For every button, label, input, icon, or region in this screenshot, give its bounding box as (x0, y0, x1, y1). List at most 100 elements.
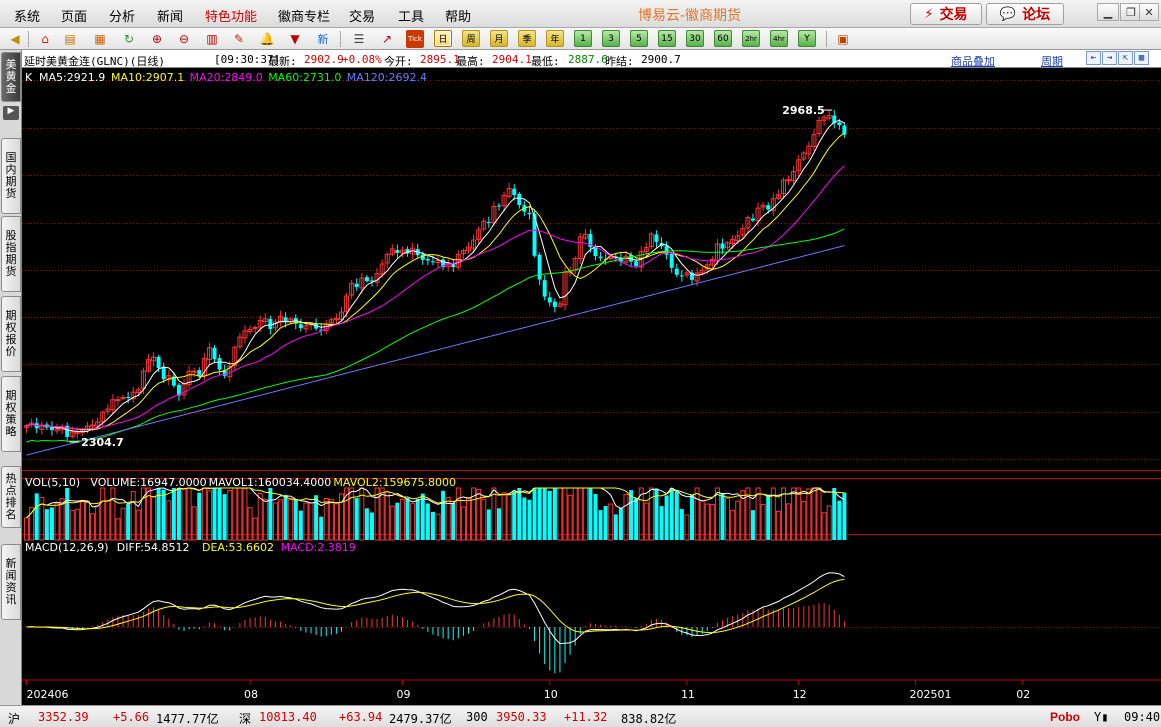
volume-bar (690, 494, 695, 540)
menu-huishang-column[interactable]: 徽商专栏 (278, 6, 330, 25)
volume-bar (288, 499, 294, 541)
period-button-month[interactable]: 月 (490, 30, 508, 47)
period-button-day[interactable]: 日 (434, 30, 452, 47)
layout-icon[interactable]: ▦ (1134, 51, 1149, 65)
volume-bar (527, 499, 532, 540)
list-view-icon[interactable]: ☰ (350, 30, 368, 48)
menu-features[interactable]: 特色功能 (205, 6, 257, 25)
volume-label: MAVOL2:159675.8000 (333, 476, 456, 489)
indicator-icon[interactable]: ▥ (203, 30, 221, 48)
toolbar-divider (28, 31, 29, 47)
candle-body (191, 370, 197, 373)
period-button-30min[interactable]: 30 (686, 30, 704, 47)
tab-news[interactable]: 新闻资讯 (1, 544, 21, 620)
volume-bar (262, 498, 268, 541)
home-icon[interactable]: ⌂ (36, 30, 54, 48)
brand-logo: Pobo (1050, 710, 1080, 724)
trend-icon[interactable]: ↗ (378, 30, 396, 48)
macd-label: MACD:2.3819 (281, 541, 356, 554)
period-button-year[interactable]: 年 (546, 30, 564, 47)
zoom-out-icon[interactable]: ⊖ (175, 30, 193, 48)
volume-bar (161, 489, 166, 540)
sz-index-amount: 2479.37亿 (389, 712, 452, 726)
menu-help[interactable]: 帮助 (445, 6, 471, 25)
x-axis-tick-label: 08 (244, 688, 258, 701)
volume-bar (593, 494, 598, 540)
back-arrow-icon[interactable]: ◀ (6, 30, 24, 48)
period-button-4hr[interactable]: 4hr (770, 30, 788, 47)
volume-bar (481, 498, 487, 541)
volume-bar (415, 498, 420, 540)
quote-list-icon[interactable]: ▤ (61, 30, 79, 48)
volume-bar (374, 487, 380, 541)
chart-nav-tools: ⇤ ⇥ ⇱ ▦ (1086, 51, 1149, 67)
volume-bar (588, 488, 593, 540)
chart-icon[interactable]: ▦ (91, 30, 109, 48)
candle-body (430, 261, 435, 263)
candlestick-chart[interactable]: 2968.5 2304.7 K MA5:2921.9 MA10:2907.1 MA20:2… (22, 68, 1161, 705)
tab-hot-ranking[interactable]: 热点排名 (1, 466, 21, 528)
period-button-week[interactable]: 周 (462, 30, 480, 47)
trade-button[interactable]: ⚡ 交易 (910, 3, 982, 25)
period-button-5min[interactable]: 5 (630, 30, 648, 47)
candle-body (364, 277, 369, 282)
expand-arrow-icon[interactable]: ▶ (3, 106, 19, 120)
minimize-button[interactable]: ▁ (1097, 3, 1119, 21)
tab-index-futures[interactable]: 股指期货 (1, 216, 21, 292)
volume-bar (837, 500, 842, 540)
candle-body (197, 370, 202, 376)
menu-page[interactable]: 页面 (61, 6, 87, 25)
candle-body (527, 212, 532, 215)
menu-analysis[interactable]: 分析 (109, 6, 135, 25)
volume-bar (537, 488, 542, 540)
close-button[interactable]: ✕ (1139, 3, 1159, 21)
toolbar-divider (826, 31, 827, 47)
calculator-icon[interactable]: ▣ (834, 30, 852, 48)
menu-news[interactable]: 新闻 (157, 6, 183, 25)
low-marker-label: 2304.7 (81, 436, 123, 449)
volume-bar (364, 508, 369, 540)
volume-bar (552, 488, 557, 540)
volume-bar (176, 488, 181, 540)
new-icon[interactable]: 新 (314, 30, 332, 48)
overlay-link[interactable]: 商品叠加 (951, 53, 995, 69)
ma-label: MA120:2692.4 (347, 71, 427, 84)
cycle-link[interactable]: 周期 (1041, 53, 1063, 69)
x-axis-tick-label: 09 (396, 688, 410, 701)
volume-bar (659, 506, 664, 540)
period-button-3min[interactable]: 3 (602, 30, 620, 47)
volume-bar (197, 492, 202, 540)
prev-close-price: 2900.7 (641, 53, 681, 66)
tab-option-strategy[interactable]: 期权策略 (1, 376, 21, 452)
period-button-1min[interactable]: 1 (574, 30, 592, 47)
period-button-quarter[interactable]: 季 (518, 30, 536, 47)
menu-trade[interactable]: 交易 (349, 6, 375, 25)
change-percent: +0.08% (342, 53, 382, 66)
forum-button[interactable]: 💬 论坛 (986, 3, 1064, 25)
macd-label: DEA:53.6602 (202, 541, 274, 554)
tab-option-quotes[interactable]: 期权报价 (1, 296, 21, 372)
menu-tools[interactable]: 工具 (398, 6, 424, 25)
period-button-60min[interactable]: 60 (714, 30, 732, 47)
bell-icon[interactable]: 🔔 (258, 30, 276, 48)
scroll-right-icon[interactable]: ⇥ (1102, 51, 1117, 65)
tick-icon[interactable]: Tick (406, 30, 424, 48)
filter-icon[interactable]: ▼ (286, 30, 304, 48)
menu-system[interactable]: 系统 (14, 6, 40, 25)
volume-bar (135, 509, 141, 541)
volume-bar (227, 490, 233, 541)
candle-body (669, 253, 674, 268)
open-price: 2895.1 (420, 53, 460, 66)
zoom-in-icon[interactable]: ⊕ (148, 30, 166, 48)
refresh-icon[interactable]: ↻ (120, 30, 138, 48)
period-button-custom[interactable]: Y (798, 30, 816, 47)
tab-us-gold[interactable]: 美黄金 (1, 52, 21, 102)
period-button-15min[interactable]: 15 (658, 30, 676, 47)
tab-domestic-futures[interactable]: 国内期货 (1, 138, 21, 214)
period-button-2hr[interactable]: 2hr (742, 30, 760, 47)
volume-bar (506, 493, 512, 541)
volume-bar (832, 488, 837, 540)
draw-pen-icon[interactable]: ✎ (230, 30, 248, 48)
scroll-left-icon[interactable]: ⇤ (1086, 51, 1101, 65)
expand-icon[interactable]: ⇱ (1118, 51, 1133, 65)
